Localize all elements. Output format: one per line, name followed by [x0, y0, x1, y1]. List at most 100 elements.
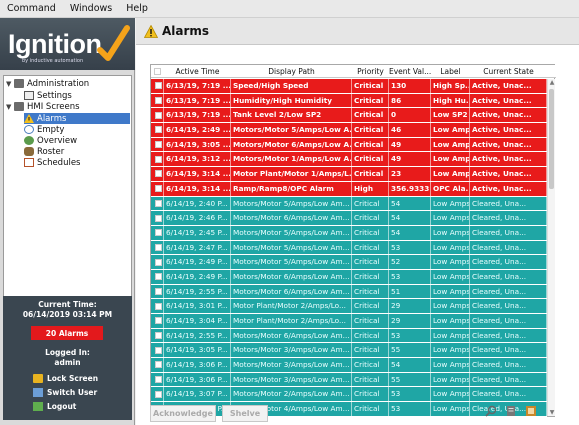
tree-item-hmi-screens[interactable]: ▼ HMI Screens	[6, 101, 80, 112]
column-priority[interactable]: Priority	[352, 65, 389, 77]
cell-current-state: Cleared, Una...	[470, 372, 547, 387]
column-active-time[interactable]: Active Time	[164, 65, 231, 77]
cell-label: Low Amps	[431, 314, 470, 328]
column-event-value[interactable]: Event Val...	[389, 65, 431, 77]
cell-current-state: Cleared, Una...	[470, 343, 547, 358]
search-icon[interactable]	[485, 405, 497, 417]
table-row[interactable]: 6/13/19, 7:19 ... Humidity/High Humidity C…	[151, 93, 547, 109]
table-row[interactable]: 6/14/19, 3:12 ... Motors/Motor 1/Amps/Low…	[151, 152, 547, 168]
menu-help[interactable]: Help	[119, 3, 155, 14]
cell-event-value: 55	[389, 372, 431, 387]
menu-command[interactable]: Command	[0, 3, 63, 14]
row-checkbox[interactable]	[151, 269, 164, 284]
column-label[interactable]: Label	[431, 65, 470, 77]
column-display-path[interactable]: Display Path	[231, 65, 352, 77]
notes-icon[interactable]	[505, 405, 517, 417]
table-scrollbar[interactable]: ▲ ▼	[547, 79, 555, 416]
table-row[interactable]: 6/14/19, 2:55 P... Motors/Motor 6/Amps/Lo…	[151, 284, 547, 300]
table-body: 6/13/19, 7:19 ... Speed/High Speed Critica…	[151, 79, 547, 417]
tree-item-schedules[interactable]: Schedules	[24, 157, 81, 168]
row-checkbox[interactable]	[151, 299, 164, 313]
row-checkbox[interactable]	[151, 137, 164, 152]
cell-event-value: 54	[389, 358, 431, 372]
scroll-thumb[interactable]	[549, 89, 554, 189]
tree-item-overview[interactable]: Overview	[24, 135, 77, 146]
scroll-down-icon[interactable]: ▼	[548, 409, 556, 416]
table-row[interactable]: 6/14/19, 3:07 P... Motors/Motor 2/Amps/Lo…	[151, 387, 547, 403]
current-time-value: 06/14/2019 03:14 PM	[22, 310, 113, 319]
table-row[interactable]: 6/14/19, 2:49 P... Motors/Motor 6/Amps/Lo…	[151, 269, 547, 285]
lock-icon	[33, 373, 43, 383]
table-row[interactable]: 6/14/19, 2:47 P... Motors/Motor 5/Amps/Lo…	[151, 240, 547, 256]
table-row[interactable]: 6/13/19, 7:19 ... Tank Level 2/Low SP2 Cri…	[151, 108, 547, 124]
row-checkbox[interactable]	[151, 79, 164, 93]
cell-event-value: 46	[389, 123, 431, 137]
row-checkbox[interactable]	[151, 211, 164, 225]
menu-windows[interactable]: Windows	[63, 3, 119, 14]
tree-item-settings[interactable]: Settings	[24, 90, 72, 101]
column-current-state[interactable]: Current State	[470, 65, 547, 77]
row-checkbox[interactable]	[151, 93, 164, 108]
tree-item-roster[interactable]: Roster	[24, 146, 64, 157]
table-row[interactable]: 6/14/19, 2:46 P... Motors/Motor 6/Amps/Lo…	[151, 211, 547, 226]
row-checkbox[interactable]	[151, 152, 164, 167]
table-row[interactable]: 6/14/19, 3:14 ... Ramp/Ramp8/OPC Alarm Hig…	[151, 181, 547, 197]
table-row[interactable]: 6/14/19, 3:04 P... Motor Plant/Motor 2/Am…	[151, 314, 547, 329]
export-icon[interactable]	[525, 405, 537, 417]
row-checkbox[interactable]	[151, 372, 164, 387]
tree-item-administration[interactable]: ▼ Administration	[6, 78, 89, 89]
row-checkbox[interactable]	[151, 167, 164, 181]
row-checkbox[interactable]	[151, 343, 164, 358]
cell-display-path: Motors/Motor 5/Amps/Low Am...	[231, 225, 352, 240]
lock-screen-button[interactable]: Lock Screen	[33, 372, 98, 384]
table-row[interactable]: 6/14/19, 3:14 ... Motor Plant/Motor 1/Amp…	[151, 167, 547, 182]
cell-event-value: 49	[389, 137, 431, 152]
cell-current-state: Active, Unac...	[470, 167, 547, 181]
select-all-checkbox[interactable]	[151, 65, 164, 77]
table-row[interactable]: 6/14/19, 3:05 ... Motors/Motor 6/Amps/Low…	[151, 137, 547, 153]
switch-user-button[interactable]: Switch User	[33, 386, 97, 398]
tree-item-alarms[interactable]: Alarms	[24, 113, 130, 124]
row-checkbox[interactable]	[151, 328, 164, 343]
scroll-up-icon[interactable]: ▲	[548, 79, 556, 86]
cell-current-state: Cleared, Una...	[470, 358, 547, 372]
table-header: Active Time Display Path Priority Event …	[151, 65, 556, 78]
expand-icon[interactable]: ▼	[6, 103, 14, 111]
row-checkbox[interactable]	[151, 284, 164, 299]
tree-item-empty[interactable]: Empty	[24, 124, 64, 135]
row-checkbox[interactable]	[151, 358, 164, 372]
row-checkbox[interactable]	[151, 108, 164, 123]
row-checkbox[interactable]	[151, 240, 164, 255]
table-row[interactable]: 6/14/19, 2:40 P... Motors/Motor 5/Amps/Lo…	[151, 196, 547, 212]
alarms-count-button[interactable]: 20 Alarms	[31, 326, 103, 340]
cell-event-value: 29	[389, 314, 431, 328]
cell-display-path: Motors/Motor 6/Amps/Low Am...	[231, 211, 352, 225]
folder-icon	[14, 102, 24, 111]
cell-display-path: Motors/Motor 6/Amps/Low Am...	[231, 284, 352, 299]
expand-icon[interactable]: ▼	[6, 80, 14, 88]
table-row[interactable]: 6/14/19, 3:06 P... Motors/Motor 3/Amps/Lo…	[151, 358, 547, 373]
shelve-button[interactable]: Shelve	[222, 405, 268, 422]
table-row[interactable]: 6/14/19, 2:45 P... Motors/Motor 5/Amps/Lo…	[151, 225, 547, 241]
cell-event-value: 49	[389, 152, 431, 167]
logo: Ignition by inductive automation	[0, 18, 135, 70]
row-checkbox[interactable]	[151, 181, 164, 196]
row-checkbox[interactable]	[151, 255, 164, 269]
table-row[interactable]: 6/14/19, 3:06 P... Motors/Motor 3/Amps/Lo…	[151, 372, 547, 388]
table-row[interactable]: 6/14/19, 2:49 P... Motors/Motor 5/Amps/Lo…	[151, 255, 547, 270]
cell-display-path: Motors/Motor 5/Amps/Low Am...	[231, 196, 352, 211]
cell-priority: Critical	[352, 93, 389, 108]
table-row[interactable]: 6/14/19, 3:01 P... Motor Plant/Motor 2/Am…	[151, 299, 547, 314]
table-row[interactable]: 6/14/19, 3:05 P... Motors/Motor 3/Amps/Lo…	[151, 343, 547, 359]
table-row[interactable]: 6/14/19, 2:55 P... Motors/Motor 6/Amps/Lo…	[151, 328, 547, 344]
cell-current-state: Active, Unac...	[470, 137, 547, 152]
table-row[interactable]: 6/14/19, 2:49 ... Motors/Motor 5/Amps/Low…	[151, 123, 547, 138]
row-checkbox[interactable]	[151, 196, 164, 211]
row-checkbox[interactable]	[151, 123, 164, 137]
acknowledge-button[interactable]: Acknowledge	[150, 405, 216, 422]
row-checkbox[interactable]	[151, 314, 164, 328]
logout-button[interactable]: Logout	[33, 400, 76, 412]
row-checkbox[interactable]	[151, 387, 164, 402]
row-checkbox[interactable]	[151, 225, 164, 240]
table-row[interactable]: 6/13/19, 7:19 ... Speed/High Speed Critica…	[151, 79, 547, 94]
